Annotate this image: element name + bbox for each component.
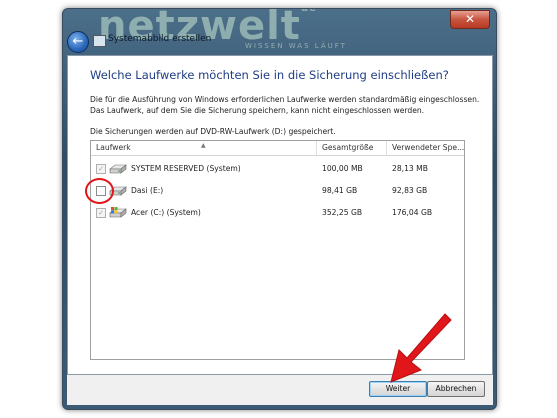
sort-arrow-icon: ▲ [201,142,206,149]
window-title: Systemabbild erstellen [108,34,212,44]
description-line-1: Die für die Ausführung von Windows erfor… [90,95,480,104]
back-button[interactable]: ← [67,31,89,53]
annotation-circle [85,178,114,204]
page-heading: Welche Laufwerke möchten Sie in die Sich… [90,68,449,82]
table-row[interactable]: Dasi (E:) 98,41 GB 92,83 GB [91,180,464,202]
watermark-tagline: WISSEN WAS LÄUFT [245,42,347,50]
include-checkbox[interactable]: ✓ [96,164,106,174]
drive-total-size: 98,41 GB [322,186,358,195]
drive-total-size: 352,25 GB [322,208,363,217]
close-icon: ✕ [464,12,476,26]
drive-name: SYSTEM RESERVED (System) [131,164,241,173]
column-header-drive[interactable]: Laufwerk ▲ [91,141,317,155]
drive-used-space: 176,04 GB [392,208,433,217]
column-header-total-size[interactable]: Gesamtgröße [317,141,387,155]
backup-icon [93,35,106,47]
windows-drive-icon [109,207,127,218]
column-header-used-space[interactable]: Verwendeter Spe... [387,141,464,155]
include-checkbox[interactable]: ✓ [96,208,106,218]
drive-used-space: 92,83 GB [392,186,428,195]
annotation-arrow-icon [390,313,452,383]
drive-name: Dasi (E:) [131,186,164,195]
description: Die für die Ausführung von Windows erfor… [90,94,480,116]
save-location-info: Die Sicherungen werden auf DVD-RW-Laufwe… [90,127,336,136]
drive-used-space: 28,13 MB [392,164,428,173]
description-line-2: Das Laufwerk, auf dem Sie die Sicherung … [90,106,425,115]
back-arrow-icon: ← [72,34,84,49]
drive-name: Acer (C:) (System) [131,208,201,217]
table-header: Laufwerk ▲ Gesamtgröße Verwendeter Spe..… [91,141,464,156]
close-button[interactable]: ✕ [450,10,490,29]
table-row[interactable]: ✓ SYSTEM RESERVED (System) 100,00 MB 28,… [91,158,464,180]
hard-drive-icon [109,164,127,174]
drive-total-size: 100,00 MB [322,164,363,173]
table-row[interactable]: ✓ Acer (C:) (System) 352,25 GB 176,04 GB [91,202,464,224]
